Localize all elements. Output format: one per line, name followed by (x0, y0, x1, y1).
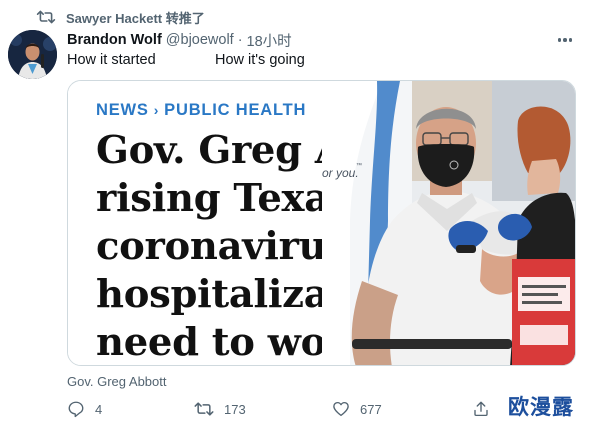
tweet-actions: 4 173 677 (67, 400, 507, 420)
media-image-photo[interactable]: or you. ™ (322, 81, 575, 365)
kicker-news: NEWS (96, 101, 149, 119)
tweet-media[interactable]: NEWS › PUBLIC HEALTH Gov. Greg A rising Te… (67, 80, 576, 366)
retweet-button[interactable]: 173 (194, 400, 246, 418)
more-options-icon[interactable] (557, 38, 572, 42)
share-icon (474, 401, 488, 417)
kicker-separator: › (153, 102, 160, 118)
media-caption[interactable]: Gov. Greg Abbott (67, 374, 166, 389)
author-handle[interactable]: @bjoewolf (166, 32, 234, 48)
news-kicker: NEWS › PUBLIC HEALTH (96, 101, 306, 120)
tweet-timestamp[interactable]: 18小时 (247, 30, 292, 51)
watermark: 欧漫露 (508, 395, 574, 419)
reply-icon (68, 401, 84, 418)
headline-line: rising Texas (96, 176, 322, 221)
vaccination-photo: or you. ™ (322, 81, 575, 365)
tweet-text-part-2: How it's going (215, 52, 305, 68)
reply-count: 4 (95, 401, 103, 417)
retweet-label[interactable]: Sawyer Hackett 转推了 (66, 8, 205, 27)
kicker-section: PUBLIC HEALTH (164, 101, 307, 119)
retweet-icon (36, 10, 56, 24)
tweet-header: Brandon Wolf @bjoewolf · 18小时 (67, 30, 572, 51)
headline-line: hospitalizat (96, 272, 322, 317)
headline-line: coronavirus (96, 224, 322, 269)
heart-icon (333, 401, 349, 417)
tweet-text-part-1: How it started (67, 52, 156, 68)
headline-line: Gov. Greg A (96, 128, 322, 173)
reply-button[interactable]: 4 (67, 400, 102, 418)
media-image-headline[interactable]: NEWS › PUBLIC HEALTH Gov. Greg A rising Te… (68, 81, 322, 365)
retweet-count: 173 (224, 401, 246, 417)
retweet-action-icon (194, 402, 214, 416)
retweet-indicator[interactable]: Sawyer Hackett 转推了 (36, 8, 205, 26)
background-sign-text: or you. (322, 166, 359, 180)
like-button[interactable]: 677 (332, 400, 382, 418)
separator-dot: · (237, 32, 243, 48)
news-headline: Gov. Greg A rising Texas coronavirus hos… (96, 127, 322, 365)
avatar-image (8, 30, 57, 79)
like-count: 677 (360, 401, 382, 417)
avatar[interactable] (8, 30, 57, 79)
author-display-name[interactable]: Brandon Wolf (67, 32, 162, 48)
share-button[interactable] (472, 400, 490, 418)
background-sign-tm: ™ (356, 162, 362, 169)
headline-line: need to wor (96, 320, 322, 365)
tweet[interactable]: Sawyer Hackett 转推了 Brandon Wolf @bjoewol… (0, 0, 590, 425)
